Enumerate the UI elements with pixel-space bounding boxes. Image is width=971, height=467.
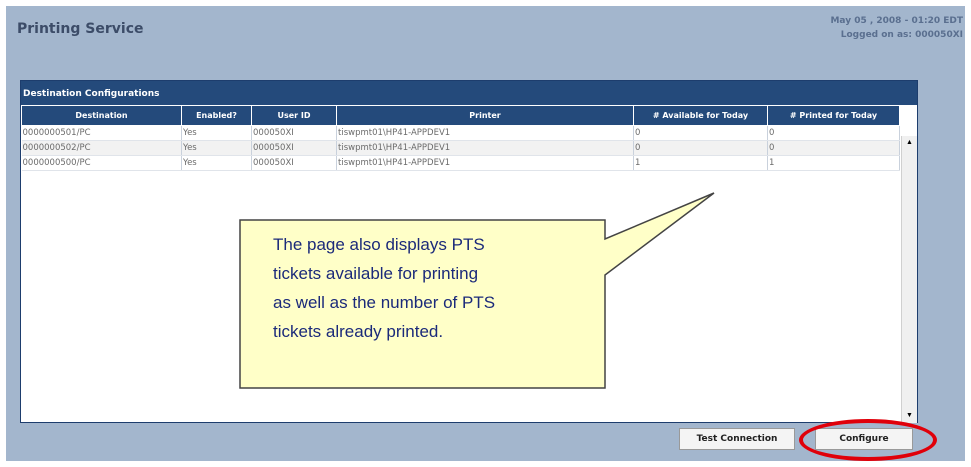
callout-line: tickets available for printing bbox=[273, 264, 479, 283]
callout-line: The page also displays PTS bbox=[273, 235, 485, 254]
configure-highlight-oval bbox=[799, 419, 937, 461]
callout-line: tickets already printed. bbox=[273, 322, 444, 341]
callout-line: as well as the number of PTS bbox=[273, 293, 496, 312]
callout-text: The page also displays PTS tickets avail… bbox=[273, 230, 603, 346]
